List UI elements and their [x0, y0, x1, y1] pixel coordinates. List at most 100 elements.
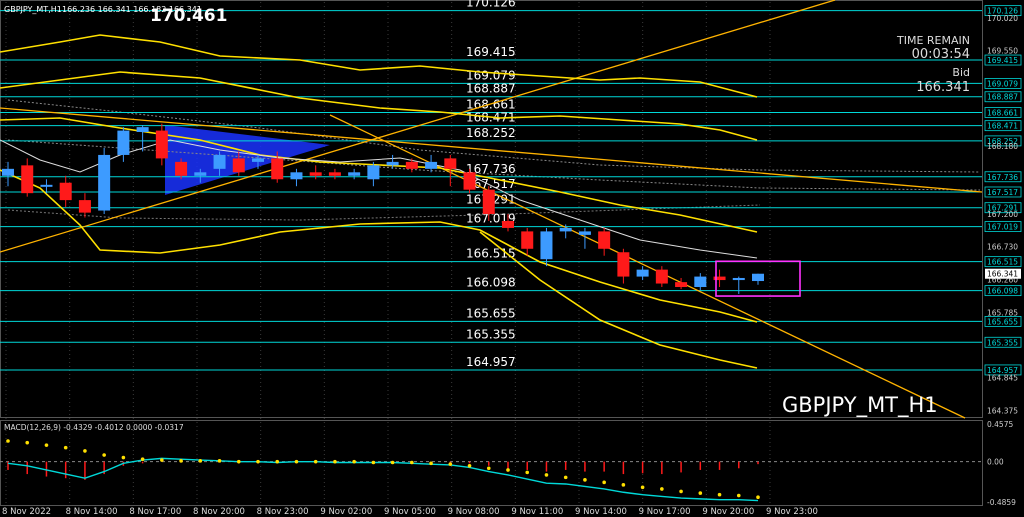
candle-body [521, 231, 534, 249]
macd-y-tick: 0.00 [987, 458, 1004, 467]
candle-body [502, 220, 514, 228]
macd-title: MACD(12,26,9) -0.4329 -0.4012 0.0000 -0.… [4, 423, 184, 432]
y-tick-label: 164.845 [987, 374, 1018, 383]
macd-signal-dot [313, 459, 318, 464]
y-tick-label: 168.180 [987, 142, 1018, 151]
level-label: 168.887 [466, 82, 516, 96]
candle-body [328, 172, 341, 176]
price-chart[interactable]: 8 Nov 2022 8 Nov 14:00 8 Nov 17:00 8 Nov 20… [0, 0, 1024, 517]
level-tag-label: 167.517 [987, 188, 1018, 197]
macd-signal-dot [756, 495, 760, 500]
macd-y-tick: -0.4859 [987, 498, 1016, 507]
macd-signal-dot [525, 470, 530, 475]
macd-signal-dot [83, 449, 87, 453]
candle-body [175, 161, 188, 176]
macd-signal-dot [410, 460, 414, 465]
macd-signal-dot [429, 461, 433, 466]
candle-body [675, 282, 688, 288]
x-tick-label: 9 Nov 08:00 [448, 507, 500, 517]
candle-body [78, 200, 91, 213]
candle-body [463, 172, 476, 190]
candle-body [482, 189, 495, 215]
macd-signal-dot [563, 475, 568, 480]
macd-signal-dot [102, 453, 106, 457]
level-tag-label: 166.098 [987, 287, 1018, 296]
level-tag-label: 169.415 [987, 56, 1018, 65]
macd-signal-dot [448, 462, 453, 466]
macd-signal-dot [371, 460, 376, 465]
x-tick-label: 8 Nov 23:00 [257, 507, 309, 517]
macd-signal-dot [140, 457, 145, 461]
time-remain-label: TIME REMAIN [896, 34, 970, 47]
x-tick-label: 9 Nov 17:00 [639, 507, 691, 517]
candle-body [752, 273, 764, 282]
candle-body [155, 130, 168, 159]
symbol-info: GBPJPY_MT,H1 [4, 5, 62, 14]
macd-signal-dot [736, 493, 741, 498]
candle-body [655, 269, 668, 284]
macd-signal-dot [717, 492, 722, 497]
candle-body [617, 252, 630, 277]
y-tick-label: 166.730 [987, 243, 1018, 252]
current-price-label: 166.341 [987, 270, 1018, 279]
candle-body [732, 277, 745, 281]
level-label: 166.098 [466, 276, 516, 290]
x-tick-label: 9 Nov 05:00 [384, 507, 436, 517]
macd-signal-dot [506, 468, 510, 472]
macd-signal-dot [217, 459, 222, 463]
bid-label: Bid [952, 66, 970, 79]
candle-body [348, 172, 361, 176]
candle-body [21, 165, 34, 194]
macd-signal-dot [352, 459, 356, 464]
y-tick-label: 170.020 [987, 14, 1018, 23]
level-label: 165.655 [466, 306, 516, 320]
candle-body [136, 127, 149, 132]
x-tick-label: 9 Nov 02:00 [320, 507, 372, 517]
macd-signal-dot [602, 480, 606, 485]
macd-signal-dot [275, 459, 280, 464]
y-tick-label: 167.200 [987, 210, 1018, 219]
macd-signal-dot [467, 464, 472, 468]
candle-body [40, 184, 53, 187]
band-upper [0, 34, 758, 98]
candle-body [271, 158, 284, 180]
macd-signal-dot [486, 466, 491, 471]
level-tag-label: 168.887 [987, 93, 1018, 102]
level-label: 164.957 [466, 355, 516, 369]
macd-signal-dot [160, 458, 164, 462]
macd-pane-border [0, 420, 983, 506]
level-label: 168.252 [466, 126, 516, 140]
candle-body [578, 231, 591, 235]
level-tag-label: 167.019 [987, 223, 1018, 232]
x-tick-label: 9 Nov 23:00 [766, 507, 818, 517]
bid-value: 166.341 [916, 80, 970, 95]
x-tick-label: 9 Nov 14:00 [575, 507, 627, 517]
candle-body [405, 161, 418, 169]
y-tick-label: 169.550 [987, 47, 1018, 56]
macd-signal-dot [698, 491, 703, 495]
x-tick-label: 8 Nov 14:00 [66, 507, 118, 517]
candle-body [98, 154, 111, 211]
level-tag-label: 167.736 [987, 173, 1018, 182]
level-label: 170.126 [466, 0, 516, 10]
macd-signal-dot [679, 489, 683, 494]
macd-signal-dot [44, 443, 49, 447]
macd-signal-dot [236, 459, 241, 464]
chart-window[interactable]: 8 Nov 2022 8 Nov 14:00 8 Nov 17:00 8 Nov 20… [0, 0, 1024, 517]
candle-body [117, 130, 130, 155]
time-remain-value: 00:03:54 [912, 47, 970, 62]
candle-body [694, 276, 707, 288]
macd-signal-dot [25, 440, 30, 445]
candle-body [309, 172, 322, 176]
level-label: 169.415 [466, 45, 516, 59]
macd-line [7, 457, 759, 502]
macd-signal-dot [640, 485, 645, 490]
big-price: 170.461 [150, 6, 227, 26]
x-tick-label: 8 Nov 2022 [2, 507, 51, 517]
candle-body [232, 158, 245, 173]
macd-signal-dot [63, 445, 68, 450]
level-label: 165.355 [466, 327, 516, 341]
candle-body [367, 165, 380, 180]
candle-body [444, 158, 457, 169]
macd-signal-dot [6, 439, 10, 443]
